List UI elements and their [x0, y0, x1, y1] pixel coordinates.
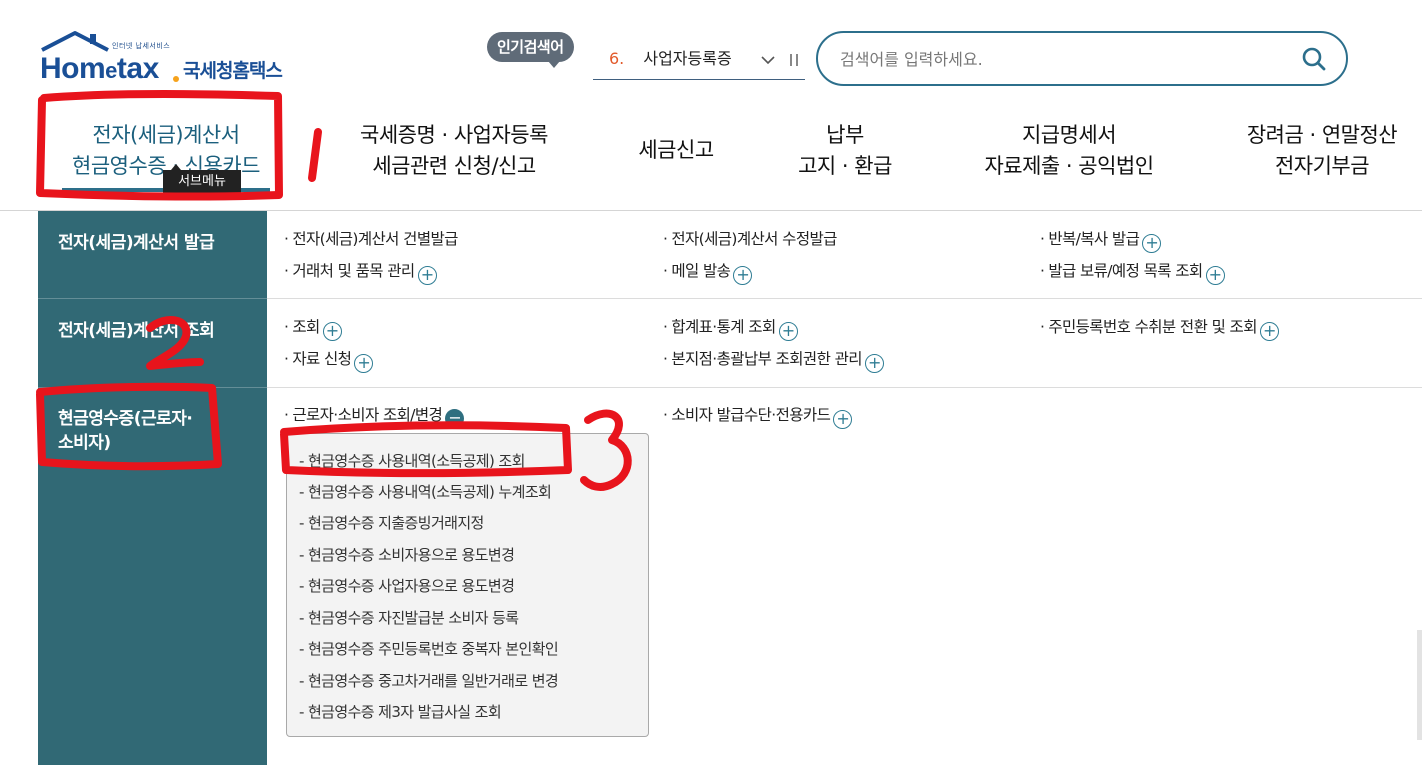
logo-dot — [173, 76, 179, 82]
menu-item-label: 주민등록번호 수취분 전환 및 조회 — [1048, 318, 1257, 336]
submenu-option[interactable]: - 현금영수증 소비자용으로 용도변경 — [299, 544, 515, 565]
popular-rank-number: 6. — [609, 49, 625, 68]
menu-item-consumer-card[interactable]: · 소비자 발급수단·전용카드 + — [663, 404, 853, 429]
menu-item-rrn-conversion[interactable]: · 주민등록번호 수취분 전환 및 조회 + — [1040, 316, 1279, 341]
category-label-line2: 소비자) — [58, 433, 111, 453]
submenu-option-label: 현금영수증 지출증빙거래지정 — [307, 514, 484, 532]
submenu-category-panel: 전자(세금)계산서 발급 전자(세금)계산서 조회 현금영수증(근로자· 소비자… — [38, 211, 267, 765]
menu-item-single-issue[interactable]: · 전자(세금)계산서 건별발급 — [284, 228, 458, 250]
tab-label-line2: 자료제출 · 공익법인 — [984, 154, 1154, 178]
menu-item-label: 거래처 및 품목 관리 — [292, 262, 415, 280]
tab-payment[interactable]: 납부 고지 · 환급 — [775, 120, 915, 182]
category-e-invoice-issue[interactable]: 전자(세금)계산서 발급 — [58, 231, 215, 255]
submenu-option[interactable]: - 현금영수증 주민등록번호 중복자 본인확인 — [299, 638, 559, 659]
menu-item-label: 메일 발송 — [671, 262, 731, 280]
house-roof-icon — [41, 31, 109, 52]
submenu-option-label: 현금영수증 주민등록번호 중복자 본인확인 — [307, 640, 559, 658]
expand-plus-icon[interactable]: + — [322, 322, 342, 341]
category-e-invoice-inquiry[interactable]: 전자(세금)계산서 조회 — [58, 319, 215, 343]
menu-item-label: 조회 — [292, 318, 320, 336]
section-divider — [267, 298, 1422, 299]
menu-item-revised-issue[interactable]: · 전자(세금)계산서 수정발급 — [663, 228, 837, 250]
submenu-option[interactable]: - 현금영수증 제3자 발급사실 조회 — [299, 701, 502, 722]
tab-payment-statement[interactable]: 지급명세서 자료제출 · 공익법인 — [960, 120, 1178, 182]
submenu-option[interactable]: - 현금영수증 사용내역(소득공제) 조회 — [299, 450, 525, 471]
tab-label-line2: 세금관련 신청/신고 — [372, 154, 536, 178]
tab-label-line1: 지급명세서 — [1021, 123, 1117, 147]
submenu-option[interactable]: - 현금영수증 사업자용으로 용도변경 — [299, 575, 515, 596]
logo-brand: Hometax — [40, 52, 159, 85]
menu-item-worker-consumer-inquiry[interactable]: · 근로자·소비자 조회/변경 − — [284, 404, 465, 428]
submenu-option[interactable]: - 현금영수증 중고차거래를 일반거래로 변경 — [299, 670, 559, 691]
logo-name: 국세청홈택스 — [183, 60, 283, 82]
submenu-option-label: 현금영수증 제3자 발급사실 조회 — [307, 703, 502, 721]
expand-plus-icon[interactable]: + — [833, 410, 853, 429]
menu-item-label: 본지점·총괄납부 조회권한 관리 — [671, 350, 862, 368]
tab-label-line1: 세금신고 — [638, 138, 714, 162]
popular-search-ticker[interactable]: 6. 사업자등록증 — [593, 38, 805, 80]
submenu-option-label: 현금영수증 소비자용으로 용도변경 — [307, 546, 515, 564]
expand-plus-icon[interactable]: + — [1259, 322, 1279, 341]
hometax-logo[interactable]: 인터넷 납세서비스 Hometax 국세청홈택스 — [40, 30, 310, 90]
expand-plus-icon[interactable]: + — [354, 354, 374, 373]
expand-plus-icon[interactable]: + — [1142, 234, 1162, 253]
menu-item-label: 근로자·소비자 조회/변경 — [292, 406, 443, 424]
submenu-option-label: 현금영수증 자진발급분 소비자 등록 — [307, 609, 519, 627]
submenu-tooltip: 서브메뉴 — [163, 164, 241, 194]
expand-plus-icon[interactable]: + — [864, 354, 884, 373]
category-divider — [38, 298, 267, 299]
submenu-option-label: 현금영수증 중고차거래를 일반거래로 변경 — [307, 672, 559, 690]
search-input[interactable] — [840, 46, 1280, 72]
menu-item-inquiry[interactable]: · 조회 + — [284, 316, 342, 341]
menu-item-label: 전자(세금)계산서 수정발급 — [671, 230, 837, 248]
page-scrollbar[interactable] — [1417, 630, 1422, 740]
tab-tax-certificate[interactable]: 국세증명 · 사업자등록 세금관련 신청/신고 — [340, 120, 568, 182]
search-box — [816, 31, 1348, 86]
tab-label-line2: 고지 · 환급 — [798, 154, 892, 178]
expand-plus-icon[interactable]: + — [1205, 266, 1225, 285]
menu-item-summary-stats[interactable]: · 합계표·통계 조회 + — [663, 316, 798, 341]
menu-item-repeat-copy-issue[interactable]: · 반복/복사 발급 + — [1040, 228, 1162, 253]
submenu-option[interactable]: - 현금영수증 자진발급분 소비자 등록 — [299, 607, 519, 628]
category-label-line1: 현금영수증(근로자· — [58, 409, 193, 429]
menu-item-label: 합계표·통계 조회 — [671, 318, 776, 336]
menu-item-label: 전자(세금)계산서 건별발급 — [292, 230, 458, 248]
search-icon[interactable] — [1302, 47, 1326, 71]
popular-term[interactable]: 사업자등록증 — [643, 49, 731, 68]
pause-icon[interactable] — [789, 38, 799, 80]
submenu-option-label: 현금영수증 사용내역(소득공제) 조회 — [307, 452, 525, 470]
logo-tagline: 인터넷 납세서비스 — [112, 42, 171, 50]
tab-incentive-year-end[interactable]: 장려금 · 연말정산 전자기부금 — [1224, 120, 1420, 182]
tab-label-line1: 국세증명 · 사업자등록 — [360, 123, 548, 147]
menu-item-pending-list[interactable]: · 발급 보류/예정 목록 조회 + — [1040, 260, 1225, 285]
menu-item-data-request[interactable]: · 자료 신청 + — [284, 348, 374, 373]
menu-item-label: 자료 신청 — [292, 350, 352, 368]
category-divider — [38, 387, 267, 388]
popular-search-badge: 인기검색어 — [487, 32, 574, 68]
expand-plus-icon[interactable]: + — [417, 266, 437, 285]
tab-label-line1: 장려금 · 연말정산 — [1246, 123, 1398, 147]
tab-label-line1: 전자(세금)계산서 — [92, 123, 240, 147]
category-cash-receipt[interactable]: 현금영수증(근로자· 소비자) — [58, 407, 193, 455]
cash-receipt-submenu-list: - 현금영수증 사용내역(소득공제) 조회 - 현금영수증 사용내역(소득공제)… — [286, 433, 649, 737]
submenu-option-label: 현금영수증 사업자용으로 용도변경 — [307, 577, 515, 595]
submenu-option-label: 현금영수증 사용내역(소득공제) 누계조회 — [307, 483, 552, 501]
expand-plus-icon[interactable]: + — [778, 322, 798, 341]
section-divider — [267, 387, 1422, 388]
submenu-option[interactable]: - 현금영수증 사용내역(소득공제) 누계조회 — [299, 481, 552, 502]
tab-label-line1: 납부 — [826, 123, 864, 147]
submenu-option[interactable]: - 현금영수증 지출증빙거래지정 — [299, 512, 484, 533]
tab-label-line2: 전자기부금 — [1274, 154, 1370, 178]
expand-plus-icon[interactable]: + — [733, 266, 753, 285]
menu-item-label: 소비자 발급수단·전용카드 — [671, 406, 831, 424]
menu-item-branch-permission[interactable]: · 본지점·총괄납부 조회권한 관리 + — [663, 348, 884, 373]
chevron-down-icon[interactable] — [761, 38, 775, 80]
menu-item-partner-item-mgmt[interactable]: · 거래처 및 품목 관리 + — [284, 260, 437, 285]
tab-tax-return[interactable]: 세금신고 — [618, 135, 734, 166]
menu-item-label: 반복/복사 발급 — [1048, 230, 1140, 248]
menu-item-label: 발급 보류/예정 목록 조회 — [1048, 262, 1203, 280]
menu-item-mail-send[interactable]: · 메일 발송 + — [663, 260, 753, 285]
collapse-minus-icon[interactable]: − — [445, 409, 465, 428]
